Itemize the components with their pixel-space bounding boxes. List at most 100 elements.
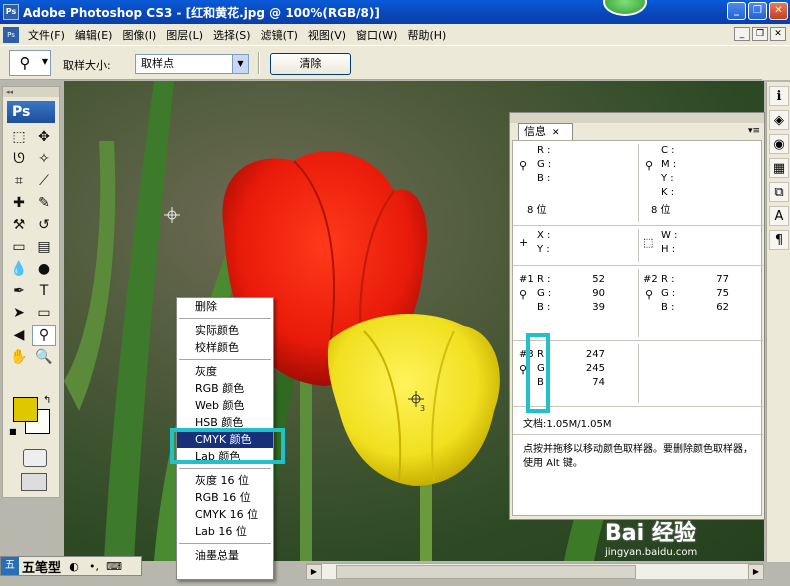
slice-tool-icon[interactable]: ⟋ — [32, 171, 56, 192]
blur-tool-icon[interactable]: 💧 — [7, 259, 31, 280]
menu-layer[interactable]: 图层(L) — [161, 27, 208, 43]
menu-item-grayscale-16[interactable]: 灰度 16 位 — [177, 472, 273, 489]
scroll-right-icon[interactable]: ▶ — [306, 564, 322, 580]
foreground-color-swatch[interactable] — [13, 397, 38, 422]
history-icon[interactable]: ⧉ — [769, 182, 789, 202]
menu-item-rgb-color[interactable]: RGB 颜色 — [177, 380, 273, 397]
doc-restore-button[interactable]: ❐ — [752, 27, 768, 41]
right-dock: ℹ ◈ ◉ ▦ ⧉ A ¶ — [766, 82, 790, 562]
gradient-tool-icon[interactable]: ▤ — [32, 237, 56, 258]
menu-item-cmyk-16[interactable]: CMYK 16 位 — [177, 506, 273, 523]
keyboard-icon[interactable]: ⌨ — [104, 560, 124, 573]
doc-close-button[interactable]: ✕ — [770, 27, 786, 41]
quick-mask-icon[interactable] — [23, 449, 47, 467]
healing-brush-icon[interactable]: ✚ — [7, 193, 31, 214]
half-width-icon[interactable]: ◐ — [64, 560, 84, 573]
panel-header[interactable] — [510, 113, 764, 123]
menu-edit[interactable]: 编辑(E) — [70, 27, 118, 43]
panel-menu-icon[interactable]: ▾≡ — [748, 126, 760, 136]
restore-button[interactable]: ❐ — [748, 2, 767, 20]
eyedropper-icon[interactable]: ⚲ — [645, 288, 653, 301]
cmyk-y-label: Y : — [661, 173, 674, 184]
close-button[interactable]: ✕ — [769, 2, 788, 20]
menu-item-grayscale[interactable]: 灰度 — [177, 363, 273, 380]
color-sampler-1-marker — [164, 207, 180, 223]
brush-tool-icon[interactable]: ✎ — [32, 193, 56, 214]
history-brush-icon[interactable]: ↺ — [32, 215, 56, 236]
channels-icon[interactable]: ◉ — [769, 134, 789, 154]
sampler-2-r-label: R : — [661, 274, 675, 285]
doc-size-label: 文档:1.05M/1.05M — [523, 419, 612, 430]
path-selection-icon[interactable]: ➤ — [7, 303, 31, 324]
sampler-2-b-label: B : — [661, 302, 675, 313]
screen-mode-icon[interactable] — [21, 473, 47, 491]
menu-item-proof-color[interactable]: 校样颜色 — [177, 339, 273, 356]
marquee-tool-icon[interactable]: ⬚ — [7, 127, 31, 148]
menu-item-rgb-16[interactable]: RGB 16 位 — [177, 489, 273, 506]
shape-tool-icon[interactable]: ▭ — [32, 303, 56, 324]
magic-wand-tool-icon[interactable]: ✧ — [32, 149, 56, 170]
menu-item-delete[interactable]: 删除 — [177, 298, 273, 315]
info-position-section: + X : Y : ⬚ W : H : — [513, 226, 763, 266]
eyedropper-icon[interactable]: ⚲ — [645, 159, 653, 172]
toolbox-header[interactable]: ◂◂ — [3, 87, 59, 97]
menu-filter[interactable]: 滤镜(T) — [256, 27, 303, 43]
minimize-button[interactable]: _ — [727, 2, 746, 20]
default-colors-icon[interactable]: ■ — [9, 427, 17, 436]
sampler-1-r-value: 52 — [592, 274, 605, 285]
cmyk-m-label: M : — [661, 159, 677, 170]
ps-logo[interactable]: Ps — [7, 101, 55, 123]
ime-logo-icon[interactable]: 五 — [1, 557, 19, 575]
sampler-2-b-value: 62 — [716, 302, 729, 313]
move-tool-icon[interactable]: ✥ — [32, 127, 56, 148]
y-label: Y : — [537, 244, 550, 255]
notes-tool-icon[interactable]: ◀ — [7, 325, 31, 346]
sampler-1-g-label: G : — [537, 288, 552, 299]
menu-item-web-color[interactable]: Web 颜色 — [177, 397, 273, 414]
character-icon[interactable]: A — [769, 206, 789, 226]
tab-info[interactable]: 信息 ✕ — [518, 123, 573, 140]
type-tool-icon[interactable]: T — [32, 281, 56, 302]
sampler-2-r-value: 77 — [716, 274, 729, 285]
tool-preset-picker[interactable]: ⚲ ▼ — [9, 50, 51, 76]
clear-button[interactable]: 清除 — [270, 53, 351, 75]
menu-image[interactable]: 图像(I) — [117, 27, 161, 43]
sampler-3-g-value: 245 — [585, 363, 605, 374]
menu-file[interactable]: 文件(F) — [23, 27, 70, 43]
sample-size-select[interactable]: 取样点 ▼ — [135, 54, 249, 74]
document-icon[interactable]: Ps — [3, 26, 19, 43]
photoshop-app-icon: Ps — [3, 4, 19, 20]
menu-view[interactable]: 视图(V) — [303, 27, 351, 43]
swatches-icon[interactable]: ▦ — [769, 158, 789, 178]
eyedropper-icon[interactable]: ⚲ — [519, 159, 527, 172]
menu-help[interactable]: 帮助(H) — [402, 27, 451, 43]
lasso-tool-icon[interactable]: ᘎ — [7, 149, 31, 170]
punctuation-icon[interactable]: •, — [84, 560, 104, 573]
menu-item-lab-16[interactable]: Lab 16 位 — [177, 523, 273, 540]
scroll-thumb[interactable] — [336, 565, 636, 579]
menu-item-total-ink[interactable]: 油墨总量 — [177, 547, 273, 564]
pen-tool-icon[interactable]: ✒ — [7, 281, 31, 302]
swap-colors-icon[interactable]: ↰ — [43, 395, 51, 406]
clone-stamp-icon[interactable]: ⚒ — [7, 215, 31, 236]
sampler-2-g-label: G : — [661, 288, 676, 299]
close-icon[interactable]: ✕ — [552, 128, 560, 138]
layers-icon[interactable]: ◈ — [769, 110, 789, 130]
doc-minimize-button[interactable]: _ — [734, 27, 750, 41]
sample-size-label: 取样大小: — [63, 59, 111, 72]
ime-name[interactable]: 五笔型 — [19, 557, 64, 576]
dodge-tool-icon[interactable]: ● — [32, 259, 56, 280]
eyedropper-icon[interactable]: ⚲ — [519, 288, 527, 301]
eraser-tool-icon[interactable]: ▭ — [7, 237, 31, 258]
color-sampler-tool-icon[interactable]: ⚲ — [32, 325, 56, 346]
hand-tool-icon[interactable]: ✋ — [7, 347, 31, 368]
paragraph-icon[interactable]: ¶ — [769, 230, 789, 250]
zoom-tool-icon[interactable]: 🔍 — [32, 347, 56, 368]
rgb-r-label: R : — [537, 145, 551, 156]
crop-tool-icon[interactable]: ⌗ — [7, 171, 31, 192]
info-panel-icon[interactable]: ℹ — [769, 86, 789, 106]
menu-select[interactable]: 选择(S) — [208, 27, 256, 43]
menu-item-actual-color[interactable]: 实际颜色 — [177, 322, 273, 339]
info-sampler3-section: #3 ⚲ R : G : B : 247 245 74 — [513, 341, 763, 407]
menu-window[interactable]: 窗口(W) — [351, 27, 402, 43]
